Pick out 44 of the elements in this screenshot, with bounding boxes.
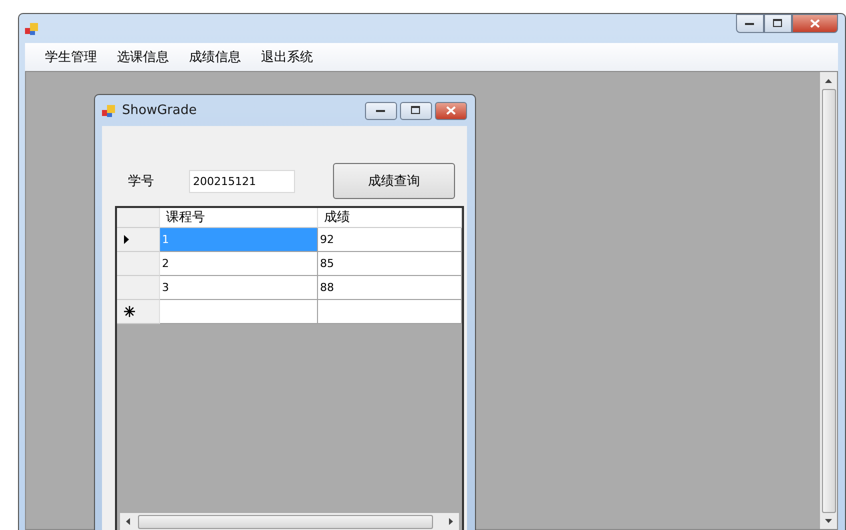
table-cell[interactable] [318,300,462,324]
menu-item[interactable]: 退出系统 [251,48,323,66]
new-row-icon [124,306,135,317]
student-id-field[interactable]: 200215121 [189,170,295,192]
table-cell[interactable]: 3 [160,276,318,300]
column-header[interactable]: 成绩 [318,208,462,228]
corner-header [117,208,160,228]
scroll-thumb[interactable] [822,89,836,513]
current-row-icon [124,235,129,244]
table-cell[interactable]: 85 [318,252,462,276]
minimize-button[interactable] [365,102,397,120]
close-icon [810,19,820,28]
menu-item[interactable]: 选课信息 [107,48,179,66]
minimize-icon [376,108,386,112]
maximize-icon [773,19,783,28]
maximize-icon [411,106,421,115]
scroll-right-icon [449,518,453,525]
app-icon [25,22,39,36]
table-cell[interactable]: 88 [318,276,462,300]
menu-item[interactable]: 成绩信息 [179,48,251,66]
app-icon [102,104,116,118]
maximize-button[interactable] [400,102,432,120]
vertical-scrollbar[interactable] [820,72,837,529]
maximize-button[interactable] [764,14,792,33]
scroll-thumb[interactable] [138,514,433,528]
query-button[interactable]: 成绩查询 [333,163,455,199]
table-cell[interactable]: 92 [318,228,462,252]
close-icon [446,106,456,115]
row-header[interactable] [117,300,160,324]
row-header[interactable] [117,228,160,252]
scroll-up-icon [825,79,832,83]
horizontal-scrollbar[interactable] [120,513,459,530]
column-header[interactable]: 课程号 [160,208,318,228]
close-button[interactable] [792,14,838,33]
table-cell[interactable]: 2 [160,252,318,276]
menu-item[interactable]: 学生管理 [35,48,107,66]
minimize-button[interactable] [736,14,764,33]
minimize-icon [745,22,755,26]
field-label: 学号 [128,173,155,190]
scroll-down-icon [825,519,832,523]
scroll-left-icon [126,518,130,525]
table-cell[interactable] [160,300,318,324]
close-button[interactable] [435,102,467,120]
window-title: ShowGrade [122,103,197,118]
